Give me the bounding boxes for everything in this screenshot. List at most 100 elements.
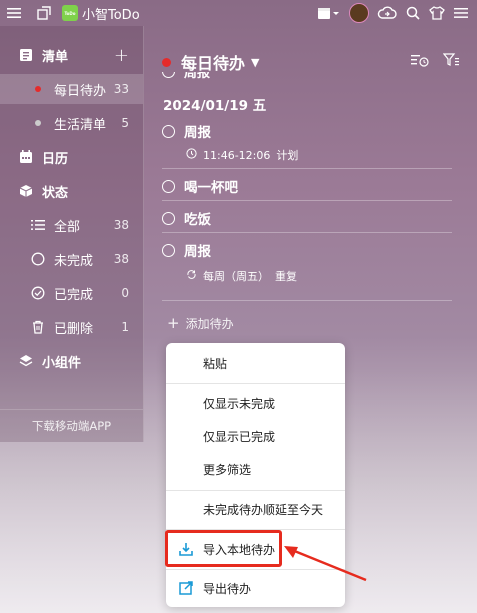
sidebar-item-label: 已删除 xyxy=(54,321,94,337)
repeat-icon xyxy=(186,269,197,283)
task-checkbox[interactable] xyxy=(162,179,175,193)
menu-item-postpone-today[interactable]: 未完成待办顺延至今天 xyxy=(166,494,345,524)
popout-icon[interactable] xyxy=(36,5,52,21)
menu-item-show-incomplete[interactable]: 仅显示未完成 xyxy=(166,388,345,418)
task-tag: 计划 xyxy=(276,149,299,162)
menu-item-label: 粘贴 xyxy=(203,356,228,371)
task-tag: 重复 xyxy=(275,270,297,283)
shirt-icon[interactable] xyxy=(429,5,445,21)
highlight-box xyxy=(165,530,282,567)
task-checkbox[interactable] xyxy=(162,211,175,225)
sidebar-header-label: 状态 xyxy=(42,185,69,201)
title-bar: ToDo 小智ToDo xyxy=(0,0,477,26)
menu-item-label: 仅显示未完成 xyxy=(203,396,276,411)
sidebar-item-all[interactable]: 全部 38 xyxy=(0,210,143,240)
menu-item-label: 更多筛选 xyxy=(203,462,252,477)
sidebar-item-count: 5 xyxy=(121,116,129,130)
filter-icon[interactable] xyxy=(442,52,459,71)
sidebar-item-label: 日历 xyxy=(42,151,69,167)
calendar-icon[interactable] xyxy=(317,5,341,21)
task-repeat: 每周（周五） xyxy=(203,270,269,283)
sidebar-item-daily-todo[interactable]: 每日待办 33 xyxy=(0,74,143,104)
menu-separator xyxy=(166,490,345,491)
check-circle-icon xyxy=(30,286,46,300)
task-title: 周报 xyxy=(184,72,211,81)
list-color-dot xyxy=(30,86,46,92)
task-checkbox[interactable] xyxy=(162,72,175,78)
task-item[interactable]: 吃饭 xyxy=(162,208,211,228)
divider xyxy=(162,200,452,201)
list-lines-icon xyxy=(30,219,46,231)
date-heading: 2024/01/19 五 xyxy=(163,98,267,114)
divider xyxy=(162,300,452,301)
list-icon xyxy=(18,48,34,62)
hamburger-icon[interactable] xyxy=(6,5,22,21)
calendar-icon xyxy=(18,150,34,164)
task-title: 吃饭 xyxy=(184,212,211,228)
task-title: 喝一杯吧 xyxy=(184,180,238,196)
sidebar-item-deleted[interactable]: 已删除 1 xyxy=(0,312,143,342)
menu-item-show-completed[interactable]: 仅显示已完成 xyxy=(166,421,345,451)
menu-item-more-filters[interactable]: 更多筛选 xyxy=(166,454,345,484)
app-logo-text: ToDo xyxy=(64,10,76,16)
menu-item-paste[interactable]: 粘贴 xyxy=(166,348,345,378)
sidebar-item-count: 1 xyxy=(121,320,129,334)
menu-item-label: 未完成待办顺延至今天 xyxy=(203,502,324,517)
sidebar-item-count: 38 xyxy=(113,252,129,266)
sidebar-item-count: 33 xyxy=(113,82,129,96)
sidebar-header-status[interactable]: 状态 xyxy=(0,176,143,206)
sidebar-item-count: 0 xyxy=(121,286,129,300)
annotation-arrow xyxy=(284,546,367,582)
menu-item-label: 导出待办 xyxy=(203,581,252,596)
sidebar-item-label: 生活清单 xyxy=(54,117,107,133)
search-icon[interactable] xyxy=(405,5,421,21)
sidebar-header-label: 清单 xyxy=(42,49,69,65)
app-title: 小智ToDo xyxy=(82,7,140,23)
sidebar-item-label: 未完成 xyxy=(54,253,94,269)
task-time: 11:46-12:06 xyxy=(203,148,271,162)
list-title[interactable]: 每日待办 ▼ xyxy=(162,50,259,74)
list-title-text: 每日待办 xyxy=(181,54,246,73)
sidebar-item-label: 每日待办 xyxy=(54,83,107,99)
task-item[interactable]: 喝一杯吧 xyxy=(162,176,238,196)
divider xyxy=(162,168,452,169)
download-app-link[interactable]: 下载移动端APP xyxy=(0,409,143,442)
task-meta: 每周（周五） 重复 xyxy=(186,268,297,284)
sidebar-item-label: 已完成 xyxy=(54,287,94,303)
task-title: 周报 xyxy=(184,244,211,260)
sidebar-item-life-list[interactable]: 生活清单 5 xyxy=(0,108,143,138)
sidebar: 清单 + 每日待办 33 生活清单 5 日历 状态 全部 38 未完成 38 已… xyxy=(0,26,144,442)
trash-icon xyxy=(30,320,46,334)
list-color-dot xyxy=(30,120,46,126)
cloud-sync-icon[interactable] xyxy=(377,5,397,21)
plus-icon: + xyxy=(167,314,180,332)
sidebar-item-count: 38 xyxy=(113,218,129,232)
add-task-button[interactable]: + 添加待办 xyxy=(167,314,234,332)
task-meta: 11:46-12:06 计划 xyxy=(186,147,298,163)
task-checkbox[interactable] xyxy=(162,243,175,257)
cube-icon xyxy=(18,184,34,198)
list-color-dot xyxy=(162,57,171,67)
task-item-cut[interactable]: 周报 xyxy=(162,72,282,82)
menu-item-label: 仅显示已完成 xyxy=(203,429,276,444)
sidebar-item-calendar[interactable]: 日历 xyxy=(0,142,143,172)
menu-icon[interactable] xyxy=(453,5,469,21)
add-list-icon[interactable]: + xyxy=(114,45,129,66)
sidebar-item-widgets[interactable]: 小组件 xyxy=(0,346,143,376)
app-logo: ToDo xyxy=(62,5,78,21)
avatar[interactable] xyxy=(349,3,369,23)
sidebar-header-lists[interactable]: 清单 + xyxy=(0,40,143,70)
menu-separator xyxy=(166,383,345,384)
export-icon xyxy=(178,580,194,596)
task-item[interactable]: 周报 xyxy=(162,121,211,141)
clock-icon xyxy=(186,148,197,162)
add-task-label: 添加待办 xyxy=(185,316,234,331)
sidebar-item-completed[interactable]: 已完成 0 xyxy=(0,278,143,308)
task-title: 周报 xyxy=(184,125,211,141)
task-checkbox[interactable] xyxy=(162,124,175,138)
sidebar-item-label: 小组件 xyxy=(42,355,82,371)
sort-time-icon[interactable] xyxy=(411,52,429,71)
sidebar-item-incomplete[interactable]: 未完成 38 xyxy=(0,244,143,274)
sidebar-item-label: 全部 xyxy=(54,219,81,235)
task-item[interactable]: 周报 xyxy=(162,240,211,260)
